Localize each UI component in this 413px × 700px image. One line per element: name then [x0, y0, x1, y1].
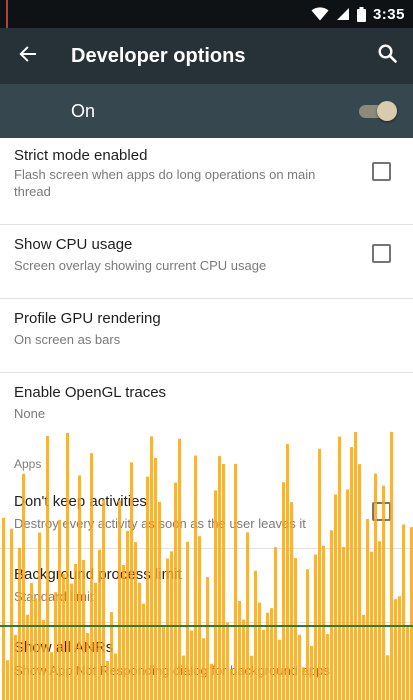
switch-thumb: [377, 101, 397, 121]
pref-summary: None: [14, 406, 46, 421]
pref-title: Profile GPU rendering: [14, 310, 161, 327]
category-header-apps: Apps: [14, 457, 42, 471]
pref-summary: Standard limit: [14, 589, 94, 604]
pref-strict-mode[interactable]: Strict mode enabled Flash screen when ap…: [0, 138, 413, 225]
signal-icon: [336, 7, 350, 21]
status-clock: 3:35: [372, 5, 405, 23]
show-cpu-usage-checkbox[interactable]: [372, 244, 391, 263]
pref-title: Show all ANRs: [14, 639, 114, 656]
strict-mode-checkbox[interactable]: [372, 162, 391, 181]
preference-list: Strict mode enabled Flash screen when ap…: [0, 138, 413, 700]
app-bar: Developer options: [0, 28, 413, 84]
pref-title: Show CPU usage: [14, 236, 133, 253]
status-bar: 3:35: [0, 0, 413, 28]
back-button[interactable]: [10, 38, 46, 74]
battery-icon: [356, 6, 366, 22]
master-switch-toggle[interactable]: [357, 101, 397, 121]
pref-background-process-limit[interactable]: Background process limit Standard limit: [0, 548, 413, 623]
search-icon: [377, 44, 397, 68]
pref-summary: On screen as bars: [14, 332, 121, 347]
master-switch-row[interactable]: On: [0, 84, 413, 138]
dont-keep-activities-checkbox[interactable]: [372, 502, 391, 521]
pref-summary: Flash screen when apps do long operation…: [14, 167, 316, 199]
page-title: Developer options: [71, 45, 246, 67]
pref-show-cpu-usage[interactable]: Show CPU usage Screen overlay showing cu…: [0, 224, 413, 299]
pref-title: Enable OpenGL traces: [14, 384, 167, 401]
arrow-back-icon: [19, 45, 37, 68]
pref-show-all-anrs[interactable]: Show all ANRs Show App Not Responding di…: [0, 622, 413, 700]
pref-profile-gpu-rendering[interactable]: Profile GPU rendering On screen as bars: [0, 298, 413, 373]
status-notification-mark: [6, 0, 8, 28]
pref-summary: Show App Not Responding dialog for backg…: [14, 663, 330, 678]
pref-summary: Destroy every activity as soon as the us…: [14, 516, 306, 531]
wifi-icon: [311, 7, 329, 21]
pref-title: Strict mode enabled: [14, 147, 148, 164]
pref-title: Background process limit: [14, 566, 182, 583]
pref-enable-opengl-traces[interactable]: Enable OpenGL traces None: [0, 372, 413, 446]
status-icons: 3:35: [311, 0, 405, 28]
pref-title: Don't keep activities: [14, 493, 147, 510]
pref-dont-keep-activities[interactable]: Don't keep activities Destroy every acti…: [0, 476, 413, 549]
search-button[interactable]: [369, 38, 405, 74]
pref-summary: Screen overlay showing current CPU usage: [14, 258, 267, 273]
master-switch-label: On: [71, 101, 96, 121]
